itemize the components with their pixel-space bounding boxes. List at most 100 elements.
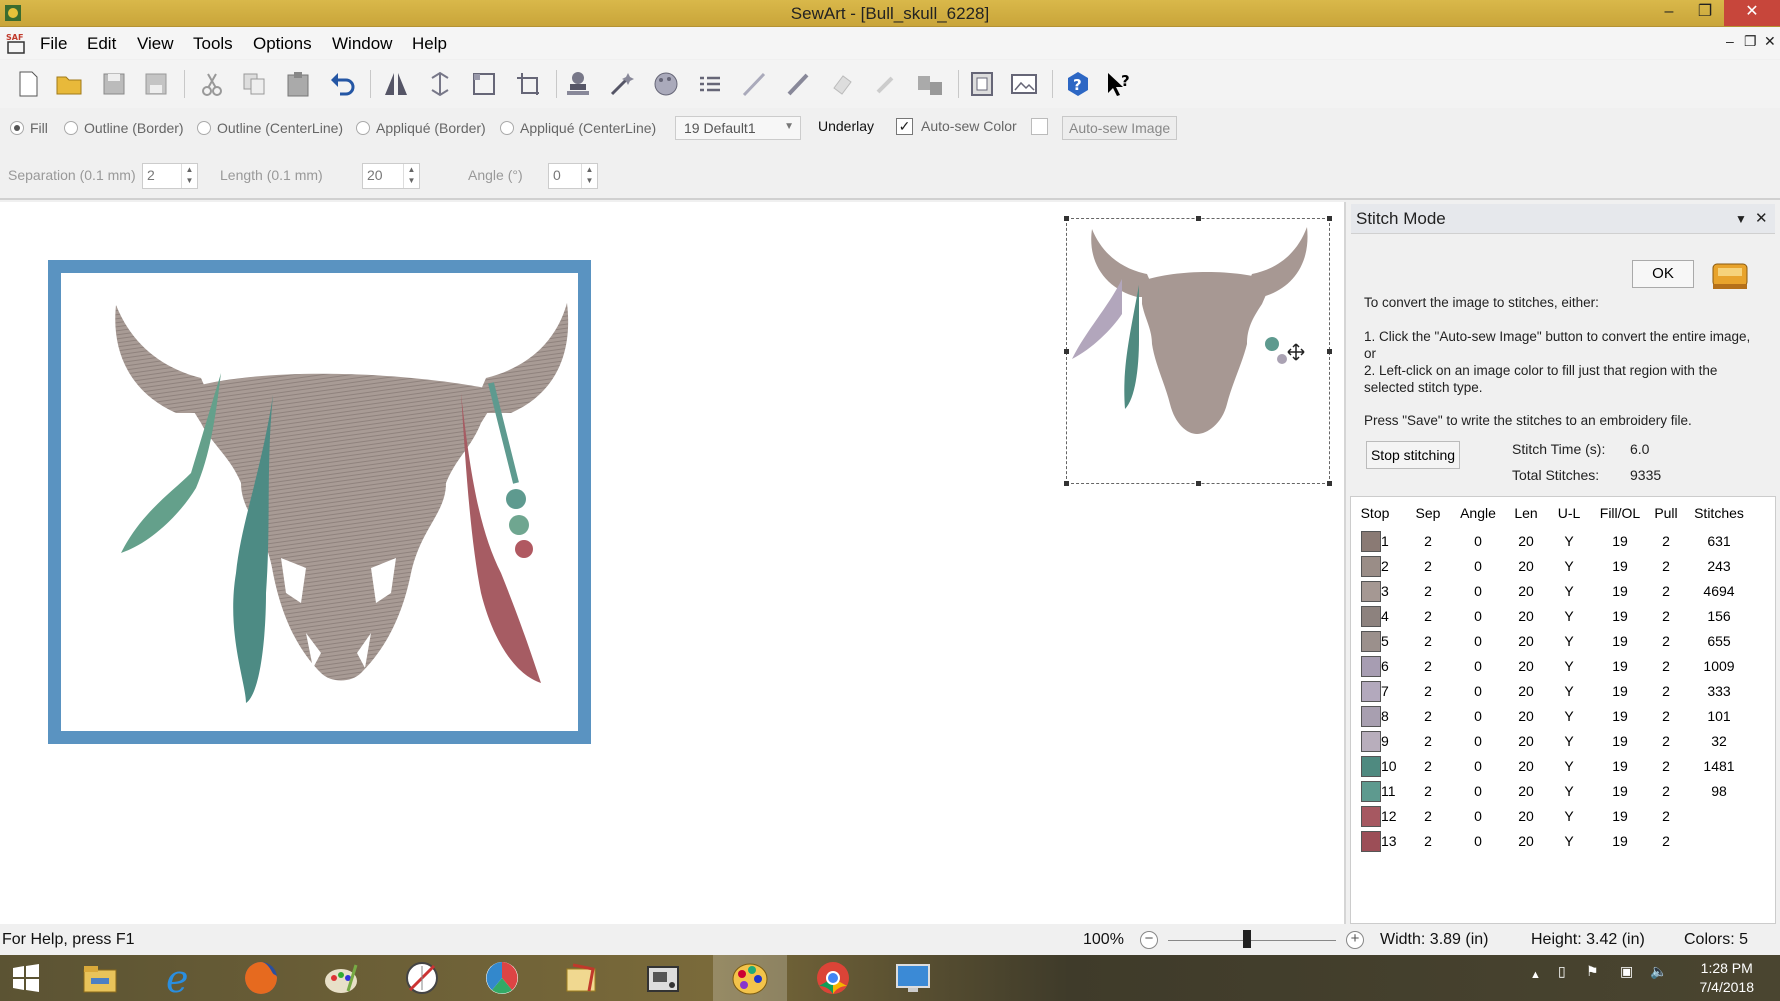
help-icon[interactable]: ? <box>1062 68 1094 100</box>
original-image-preview[interactable] <box>1064 216 1332 486</box>
thread-color-swatch[interactable] <box>1361 681 1381 702</box>
cut-icon[interactable] <box>196 68 228 100</box>
photos-icon[interactable] <box>466 955 538 1001</box>
menu-tools[interactable]: Tools <box>193 34 233 54</box>
table-row[interactable]: 11 2 0 20 Y 19 2 98 <box>1351 780 1775 805</box>
table-row[interactable]: 10 2 0 20 Y 19 2 1481 <box>1351 755 1775 780</box>
thread-color-swatch[interactable] <box>1361 706 1381 727</box>
show-hidden-icons-icon[interactable]: ▲ <box>1530 969 1541 981</box>
angle-spinner[interactable]: 0 ▲ ▼ <box>548 163 598 189</box>
length-spinner[interactable]: 20 ▲ ▼ <box>362 163 420 189</box>
context-help-icon[interactable]: ? <box>1104 68 1136 100</box>
firefox-icon[interactable] <box>225 955 297 1001</box>
thread-color-swatch[interactable] <box>1361 831 1381 852</box>
panel-close-icon[interactable]: ✕ <box>1755 209 1768 227</box>
internet-explorer-icon[interactable]: e <box>145 955 217 1001</box>
zoom-out-button[interactable]: − <box>1140 931 1158 949</box>
thread-color-swatch[interactable] <box>1361 556 1381 577</box>
office-icon[interactable] <box>546 955 618 1001</box>
menu-edit[interactable]: Edit <box>87 34 116 54</box>
stamp-icon[interactable] <box>562 68 594 100</box>
applique-border-radio[interactable]: Appliqué (Border) <box>356 120 486 136</box>
palette-icon[interactable] <box>650 68 682 100</box>
table-row[interactable]: 8 2 0 20 Y 19 2 101 <box>1351 705 1775 730</box>
document-icon[interactable]: SAF <box>4 31 28 55</box>
spinner-arrows-icon[interactable]: ▲ ▼ <box>581 164 597 188</box>
close-button[interactable]: ✕ <box>1724 0 1780 26</box>
auto-sew-image-checkbox[interactable] <box>1031 118 1048 135</box>
network-icon[interactable]: ▣ <box>1620 963 1633 980</box>
save-as-icon[interactable] <box>140 68 172 100</box>
design-canvas[interactable] <box>0 202 1346 924</box>
menu-options[interactable]: Options <box>253 34 312 54</box>
applique-centerline-radio[interactable]: Appliqué (CenterLine) <box>500 120 656 136</box>
zoom-slider-thumb[interactable] <box>1242 930 1251 948</box>
thread-color-swatch[interactable] <box>1361 631 1381 652</box>
thread-color-swatch[interactable] <box>1361 731 1381 752</box>
table-row[interactable]: 1 2 0 20 Y 19 2 631 <box>1351 530 1775 555</box>
stop-stitching-button[interactable]: Stop stitching <box>1366 441 1460 469</box>
outline-centerline-radio[interactable]: Outline (CenterLine) <box>197 120 343 136</box>
image-icon[interactable] <box>1008 68 1040 100</box>
frame-icon[interactable] <box>966 68 998 100</box>
thread-color-swatch[interactable] <box>1361 781 1381 802</box>
underlay-button[interactable]: Underlay <box>818 118 874 134</box>
mdi-close-button[interactable]: ✕ <box>1764 33 1776 50</box>
spinner-arrows-icon[interactable]: ▲ ▼ <box>181 164 197 188</box>
thread-color-swatch[interactable] <box>1361 606 1381 627</box>
maximize-button[interactable]: ❐ <box>1688 0 1722 26</box>
pattern-select[interactable]: 19 Default1 ▼ <box>675 116 801 140</box>
sewing-tool-icon[interactable] <box>386 955 458 1001</box>
resize-handle[interactable] <box>1196 216 1201 221</box>
start-icon[interactable] <box>0 955 52 1001</box>
sewart-icon[interactable] <box>713 955 787 1001</box>
sewing-machine-icon[interactable] <box>1710 258 1750 292</box>
table-row[interactable]: 6 2 0 20 Y 19 2 1009 <box>1351 655 1775 680</box>
paint-icon[interactable] <box>305 955 377 1001</box>
zoom-slider[interactable] <box>1168 940 1336 941</box>
table-row[interactable]: 5 2 0 20 Y 19 2 655 <box>1351 630 1775 655</box>
save-icon[interactable] <box>98 68 130 100</box>
minimize-button[interactable]: – <box>1652 0 1686 26</box>
menu-view[interactable]: View <box>137 34 174 54</box>
separation-spinner[interactable]: 2 ▲ ▼ <box>142 163 198 189</box>
resize-handle[interactable] <box>1064 216 1069 221</box>
tablet-icon[interactable]: ▯ <box>1558 963 1566 980</box>
mdi-restore-button[interactable]: ❐ <box>1744 33 1757 50</box>
resize-handle[interactable] <box>1196 481 1201 486</box>
resize-handle[interactable] <box>1064 481 1069 486</box>
embroidery-machine-icon[interactable] <box>627 955 699 1001</box>
lines-icon[interactable] <box>694 68 726 100</box>
outline-border-radio[interactable]: Outline (Border) <box>64 120 184 136</box>
mirror-icon[interactable] <box>380 68 412 100</box>
flip-icon[interactable] <box>424 68 456 100</box>
spinner-arrows-icon[interactable]: ▲ ▼ <box>403 164 419 188</box>
thread-color-swatch[interactable] <box>1361 756 1381 777</box>
eraser-icon[interactable] <box>826 68 858 100</box>
thread-color-swatch[interactable] <box>1361 806 1381 827</box>
menu-help[interactable]: Help <box>412 34 447 54</box>
thread-color-swatch[interactable] <box>1361 656 1381 677</box>
file-explorer-icon[interactable] <box>64 955 136 1001</box>
crop-icon[interactable] <box>468 68 500 100</box>
fill-icon[interactable] <box>914 68 946 100</box>
fill-radio[interactable]: Fill <box>10 120 48 136</box>
new-file-icon[interactable] <box>12 68 44 100</box>
zoom-in-button[interactable]: + <box>1346 931 1364 949</box>
panel-dropdown-icon[interactable]: ▼ <box>1735 212 1747 226</box>
undo-icon[interactable] <box>326 68 358 100</box>
table-row[interactable]: 13 2 0 20 Y 19 2 <box>1351 830 1775 855</box>
monitor-icon[interactable] <box>877 955 949 1001</box>
menu-window[interactable]: Window <box>332 34 392 54</box>
open-folder-icon[interactable] <box>54 68 86 100</box>
copy-icon[interactable] <box>238 68 270 100</box>
table-row[interactable]: 12 2 0 20 Y 19 2 <box>1351 805 1775 830</box>
ok-button[interactable]: OK <box>1632 260 1694 288</box>
resize-handle[interactable] <box>1327 481 1332 486</box>
table-row[interactable]: 2 2 0 20 Y 19 2 243 <box>1351 555 1775 580</box>
menu-file[interactable]: File <box>40 34 67 54</box>
brush-icon[interactable] <box>870 68 902 100</box>
resize-handle[interactable] <box>1327 216 1332 221</box>
table-row[interactable]: 7 2 0 20 Y 19 2 333 <box>1351 680 1775 705</box>
resize-handle[interactable] <box>1064 349 1069 354</box>
